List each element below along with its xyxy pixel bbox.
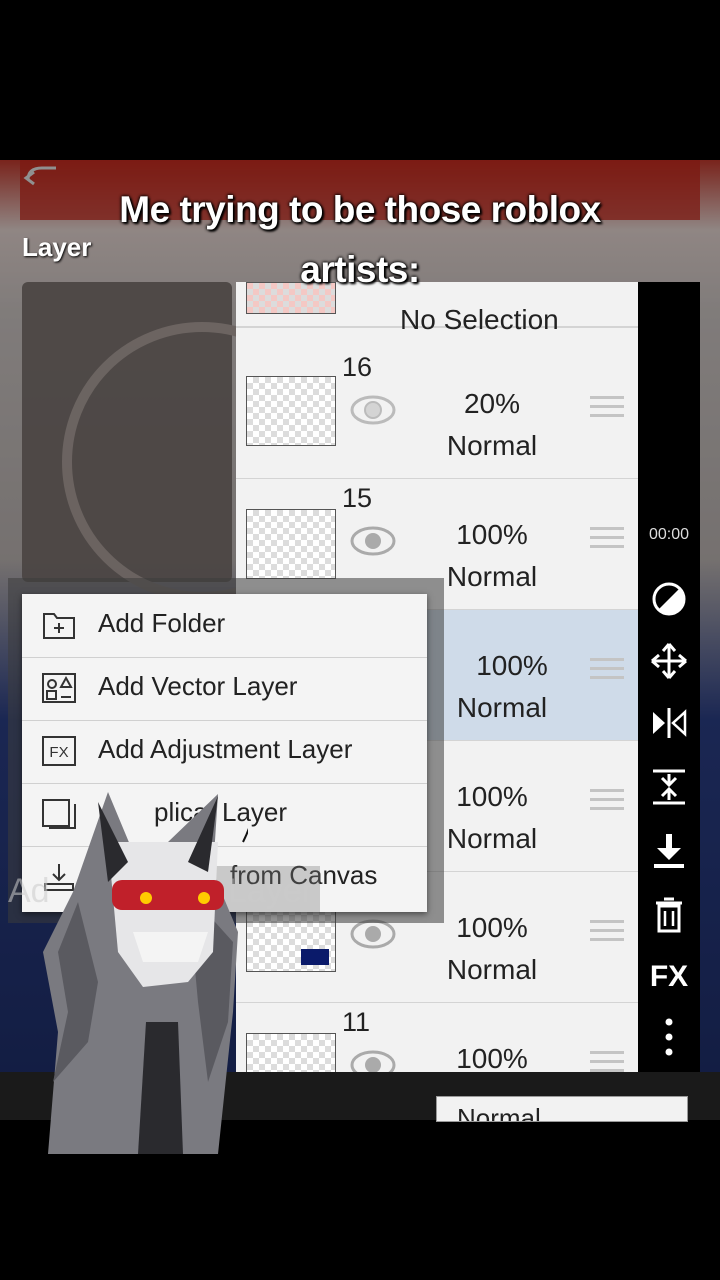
blend-mode-select[interactable]: Normal (436, 1096, 688, 1122)
eye-icon[interactable] (350, 525, 396, 557)
thumbnail-content (301, 949, 329, 965)
layer-number: 15 (342, 483, 373, 513)
menu-item-add-vector-layer[interactable]: Add Vector Layer (22, 657, 427, 721)
drag-handle-icon[interactable] (590, 1051, 624, 1072)
menu-item-add-folder[interactable]: Add Folder (22, 594, 427, 658)
layer-thumbnail (246, 376, 336, 446)
drag-handle-icon[interactable] (590, 789, 624, 815)
layer-blend-mode: Normal (446, 954, 538, 985)
wolf-character-sticker (43, 792, 248, 1154)
layer-opacity: 100% (456, 519, 528, 550)
fx-icon: FX (42, 736, 76, 766)
vector-layer-icon (42, 673, 76, 703)
move-icon[interactable] (638, 636, 700, 686)
layer-number: 16 (342, 352, 373, 382)
layer-opacity: 100% (456, 1043, 528, 1072)
fx-icon[interactable]: FX (638, 952, 700, 1002)
no-selection-label: No Selection (400, 304, 559, 335)
layer-number: 11 (342, 1007, 371, 1037)
download-icon[interactable] (638, 826, 700, 876)
layer-blend-mode: Normal (446, 430, 538, 461)
timer-label: 00:00 (648, 526, 690, 543)
svg-text:FX: FX (49, 744, 68, 761)
add-folder-icon (43, 613, 75, 639)
layer-opacity: 100% (476, 650, 548, 681)
canvas-preview (22, 282, 342, 602)
meme-caption: Me trying to be those roblox artists: (0, 180, 720, 300)
flip-icon[interactable] (638, 698, 700, 748)
layer-blend-mode: Normal (456, 692, 548, 723)
layer-thumbnail (246, 509, 336, 579)
merge-down-icon[interactable] (638, 762, 700, 812)
layer-opacity: 20% (463, 388, 521, 419)
blend-mode-value: Normal (457, 1103, 541, 1122)
caption-line-1: Me trying to be those roblox (119, 189, 601, 230)
eye-icon[interactable] (350, 1049, 396, 1072)
opacity-icon[interactable] (638, 574, 700, 624)
caption-line-2: artists: (300, 249, 420, 290)
menu-item-label: Add Folder (98, 608, 226, 638)
menu-item-label: Add Vector Layer (98, 671, 298, 701)
eye-icon[interactable] (350, 394, 396, 426)
trash-icon[interactable] (638, 890, 700, 940)
layer-row[interactable]: 11 100% (236, 1003, 638, 1072)
more-icon[interactable] (638, 1012, 700, 1062)
drag-handle-icon[interactable] (590, 920, 624, 946)
drag-handle-icon[interactable] (590, 527, 624, 553)
right-toolbar: 00:00 FX (638, 282, 700, 1072)
drag-handle-icon[interactable] (590, 396, 624, 422)
layer-row[interactable]: 16 20% Normal (236, 348, 638, 480)
menu-item-label: Add Adjustment Layer (98, 734, 353, 764)
menu-item-add-adjustment-layer[interactable]: FX Add Adjustment Layer (22, 720, 427, 784)
layer-thumbnail (246, 1033, 336, 1072)
drag-handle-icon[interactable] (590, 658, 624, 684)
